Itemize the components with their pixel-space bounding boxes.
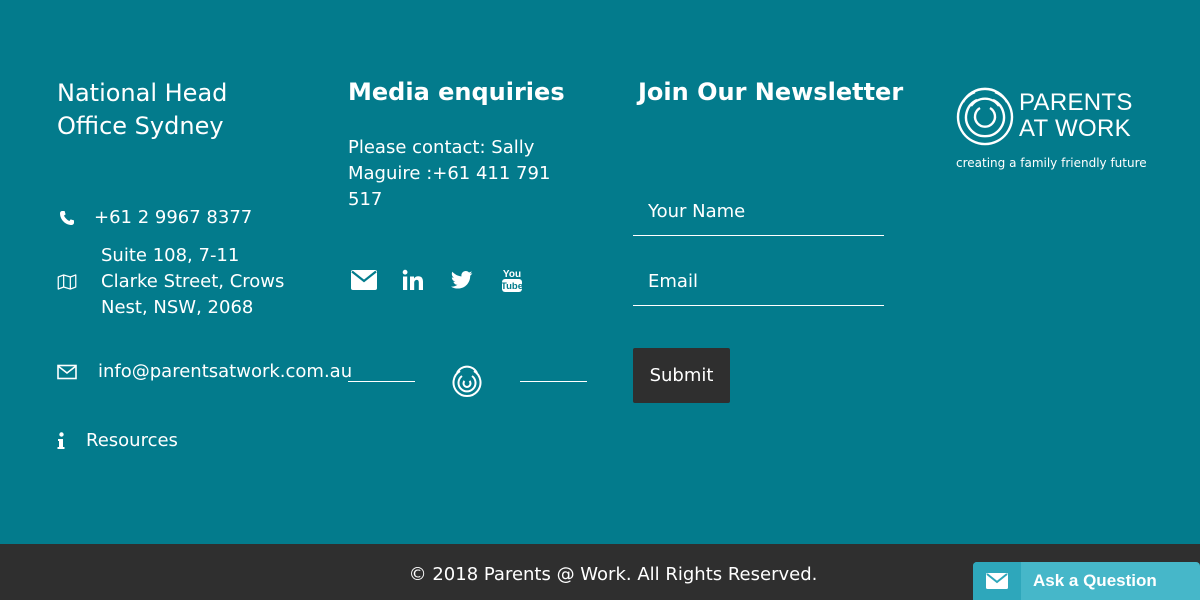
map-icon — [57, 272, 77, 292]
email-placeholder: Email — [648, 271, 698, 292]
footer-main: National Head Office Sydney +61 2 9967 8… — [0, 0, 1200, 544]
email-icon — [350, 270, 377, 290]
logo-line-1: PARENTS — [1019, 89, 1133, 116]
ask-question-button[interactable]: Ask a Question — [973, 562, 1200, 600]
submit-button[interactable]: Submit — [633, 348, 730, 403]
ask-question-label[interactable]: Ask a Question — [1033, 571, 1157, 591]
logo-line-2: AT WORK — [1019, 115, 1131, 142]
decorative-divider — [348, 362, 588, 402]
brand-logo[interactable]: PARENTS AT WORK creating a family friend… — [955, 84, 1147, 176]
name-placeholder: Your Name — [648, 201, 746, 222]
phone-number[interactable]: +61 2 9967 8377 — [94, 205, 252, 231]
info-icon — [57, 431, 65, 451]
media-contact-text: Please contact: Sally Maguire :+61 411 7… — [348, 137, 551, 210]
logo-mark-icon — [956, 87, 1014, 146]
media-title: Media enquiries — [348, 78, 565, 106]
linkedin-icon — [402, 269, 423, 290]
divider-line-right — [520, 381, 587, 382]
swirl-logo-icon — [452, 365, 482, 397]
linkedin-link[interactable] — [401, 266, 425, 294]
head-office-title: National Head Office Sydney — [57, 79, 228, 140]
svg-text:You: You — [503, 269, 521, 280]
email-link[interactable]: info@parentsatwork.com.au — [98, 359, 352, 385]
phone-icon — [57, 208, 77, 228]
logo-wordmark: PARENTS AT WORK — [1019, 90, 1133, 142]
phone-row[interactable]: +61 2 9967 8377 — [57, 205, 252, 231]
envelope-icon — [57, 362, 77, 382]
youtube-link[interactable]: You Tube — [500, 266, 524, 294]
youtube-icon: YouTube — [501, 269, 523, 292]
newsletter-title: Join Our Newsletter — [638, 78, 904, 106]
address-row: Suite 108, 7-11 Clarke Street, Crows Nes… — [57, 243, 301, 321]
email-input[interactable]: Email — [633, 258, 884, 306]
email-social-link[interactable] — [350, 266, 377, 294]
email-row[interactable]: info@parentsatwork.com.au — [57, 359, 352, 385]
svg-text:Tube: Tube — [501, 281, 523, 292]
divider-line-left — [348, 381, 415, 382]
logo-tagline: creating a family friendly future — [956, 156, 1147, 170]
name-input[interactable]: Your Name — [633, 188, 884, 236]
resources-link[interactable]: Resources — [57, 428, 178, 454]
twitter-icon — [451, 271, 473, 289]
resources-label[interactable]: Resources — [86, 428, 178, 454]
envelope-icon — [973, 562, 1021, 600]
address-text: Suite 108, 7-11 Clarke Street, Crows Nes… — [101, 245, 285, 318]
twitter-link[interactable] — [450, 266, 474, 294]
